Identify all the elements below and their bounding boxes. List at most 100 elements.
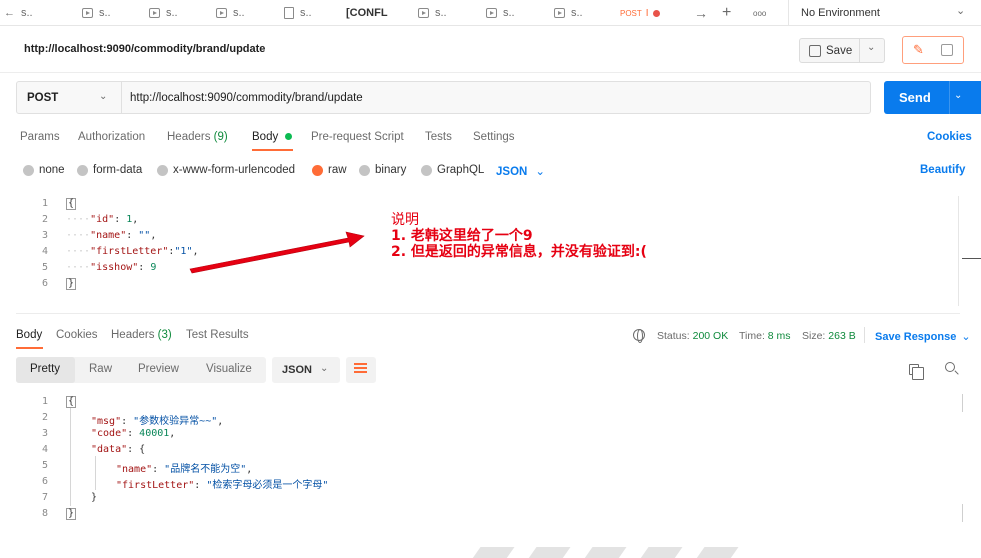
radio-label: GraphQL [437,164,485,176]
tab-item[interactable]: [CONFL [346,0,388,26]
time-readout[interactable]: Time: 8 ms [739,330,791,342]
wrap-lines-icon [354,363,367,365]
comment-icon[interactable] [941,44,953,56]
line-number: 1 [41,198,48,209]
response-format-select[interactable]: JSON ⌄ [272,357,340,383]
save-response-label: Save Response [875,331,957,343]
json-key: "firstLetter" [90,246,169,257]
format-label: JSON [496,166,528,178]
view-mode-toggle[interactable]: ✎ [902,36,964,64]
scrollbar[interactable] [962,394,963,412]
environment-select[interactable]: No Environment [801,0,880,26]
code-line: "name": "品牌名不能为空", [116,464,253,475]
tab-headers-label: Headers [167,131,211,143]
chevron-down-icon: ⌄ [320,363,329,374]
method-select[interactable]: POST ⌄ [17,82,122,113]
view-pretty[interactable]: Pretty [30,363,60,375]
wrap-lines-button[interactable] [346,357,376,383]
watermark [470,547,770,558]
chevron-down-icon[interactable]: ⌄ [867,42,875,53]
chevron-down-icon[interactable]: ⌄ [954,90,962,101]
tab-prerequest-script[interactable]: Pre-request Script [311,131,404,143]
json-key: "data" [91,444,128,455]
tab-item[interactable]: s.. [284,0,312,26]
radio-form-data[interactable]: form-data [77,164,142,176]
radio-graphql[interactable]: GraphQL [421,164,484,176]
body-format-select[interactable]: JSON ⌄ [496,164,545,178]
scrollbar[interactable] [962,504,963,522]
view-visualize[interactable]: Visualize [206,363,252,375]
tab-tests[interactable]: Tests [425,131,452,143]
more-icon[interactable]: ooo [753,0,766,26]
divider [949,81,950,114]
tab-authorization[interactable]: Authorization [78,131,145,143]
tab-item[interactable]: ← s.. [4,0,33,26]
document-icon [284,7,294,19]
tab-settings[interactable]: Settings [473,131,515,143]
annotation-line-2: 2. 但是返回的异常信息，并没有验证到:( [391,244,647,260]
line-number: 4 [41,444,48,455]
tab-item[interactable]: s.. [554,0,583,26]
response-body-viewer[interactable]: 1 2 3 4 5 6 7 8 { "msg": "参数校验异常~~", "co… [16,390,964,530]
time-label: Time: [739,330,765,342]
arrow-left-icon[interactable]: ← [4,7,15,19]
globe-icon[interactable] [633,329,645,343]
response-tab-cookies[interactable]: Cookies [56,329,98,341]
save-response-button[interactable]: Save Response ⌄ [875,330,971,343]
response-tab-body[interactable]: Body [16,329,42,341]
view-raw[interactable]: Raw [89,363,112,375]
beautify-link[interactable]: Beautify [920,164,965,176]
json-value: "品牌名不能为空" [164,464,247,475]
view-preview[interactable]: Preview [138,363,179,375]
line-number: 3 [41,230,48,241]
radio-icon [23,164,34,176]
plus-icon[interactable]: + [722,0,731,26]
size-value: 263 B [828,330,856,342]
chevron-down-icon: ⌄ [961,331,971,343]
json-key: "id" [90,214,115,225]
tab-label: s.. [435,7,447,19]
send-button[interactable]: Send ⌄ [884,81,981,114]
response-tab-headers[interactable]: Headers (3) [111,329,172,341]
method-label: POST [27,92,59,104]
tab-item[interactable]: s.. [82,0,111,26]
tab-item[interactable]: s.. [486,0,515,26]
json-tail: , [150,230,157,241]
tab-item[interactable]: s.. [149,0,178,26]
tab-item[interactable]: s.. [216,0,245,26]
format-label: JSON [282,364,312,376]
tab-headers-label: Headers [111,329,155,341]
tab-params[interactable]: Params [20,131,60,143]
search-icon[interactable] [945,362,955,372]
tab-headers[interactable]: Headers (9) [167,131,228,143]
json-value: 40001 [139,428,170,439]
status-readout[interactable]: Status: 200 OK [657,330,728,342]
json-key: "firstLetter" [116,480,195,491]
response-tab-test-results[interactable]: Test Results [186,329,249,341]
radio-raw[interactable]: raw [312,164,347,176]
radio-icon [157,164,168,176]
url-input[interactable]: http://localhost:9090/commodity/brand/up… [130,92,363,104]
save-button[interactable]: Save ⌄ [799,38,885,63]
radio-urlencoded[interactable]: x-www-form-urlencoded [157,164,295,176]
tab-body[interactable]: Body [252,131,293,143]
cookies-link[interactable]: Cookies [927,131,972,143]
radio-label: binary [375,164,407,176]
size-readout[interactable]: Size: 263 B [802,330,856,342]
tab-active[interactable]: POST I [620,0,660,26]
code-line: "code": 40001, [91,428,176,439]
scrollbar[interactable] [958,196,959,306]
json-value: "参数校验异常~~" [133,416,218,427]
tab-item[interactable]: s.. [418,0,447,26]
tab-label: [CONFL [346,7,388,19]
radio-none[interactable]: none [23,164,65,176]
edit-icon[interactable]: ✎ [913,42,924,58]
copy-icon[interactable] [909,364,924,380]
tab-label: s.. [571,7,583,19]
radio-binary[interactable]: binary [359,164,406,176]
response-view-tabs: Pretty Raw Preview Visualize [16,357,266,383]
request-title[interactable]: http://localhost:9090/commodity/brand/up… [24,43,265,55]
chevron-down-icon[interactable]: ⌄ [956,0,965,23]
arrow-right-icon[interactable]: → [694,0,708,26]
indent-guide [70,408,71,506]
